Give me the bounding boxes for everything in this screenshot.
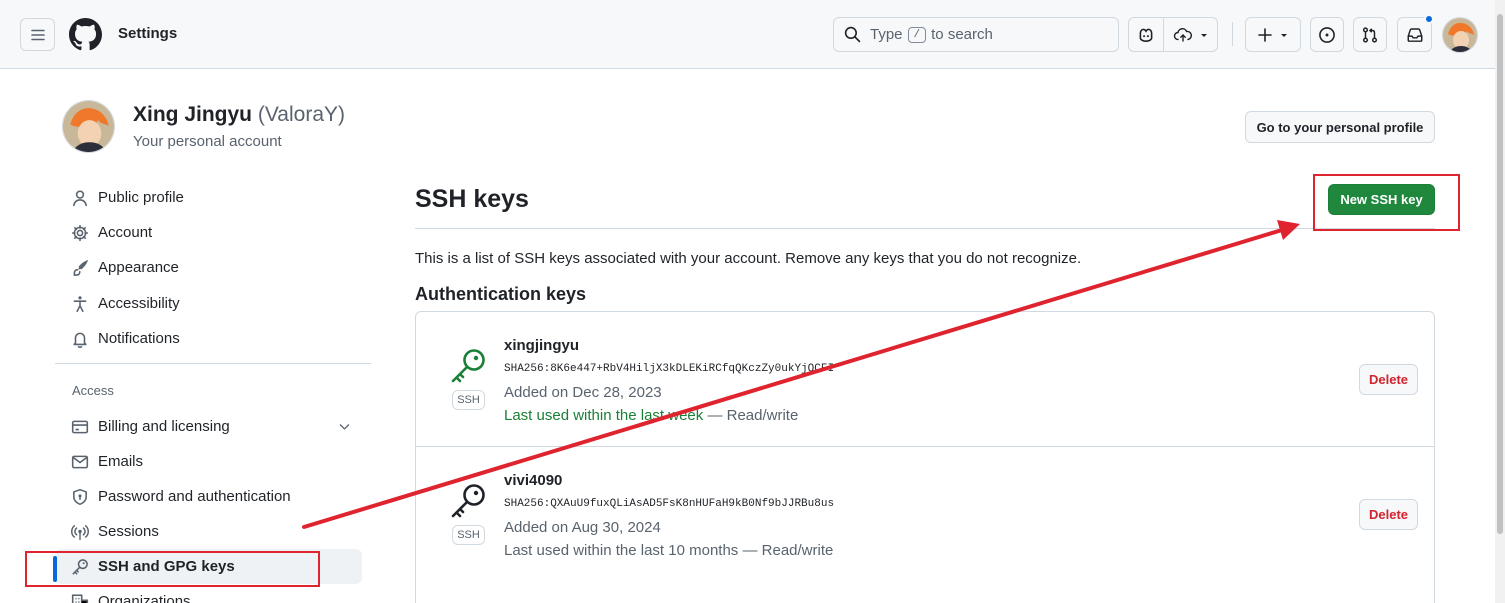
annotation-arrow (302, 220, 1300, 529)
